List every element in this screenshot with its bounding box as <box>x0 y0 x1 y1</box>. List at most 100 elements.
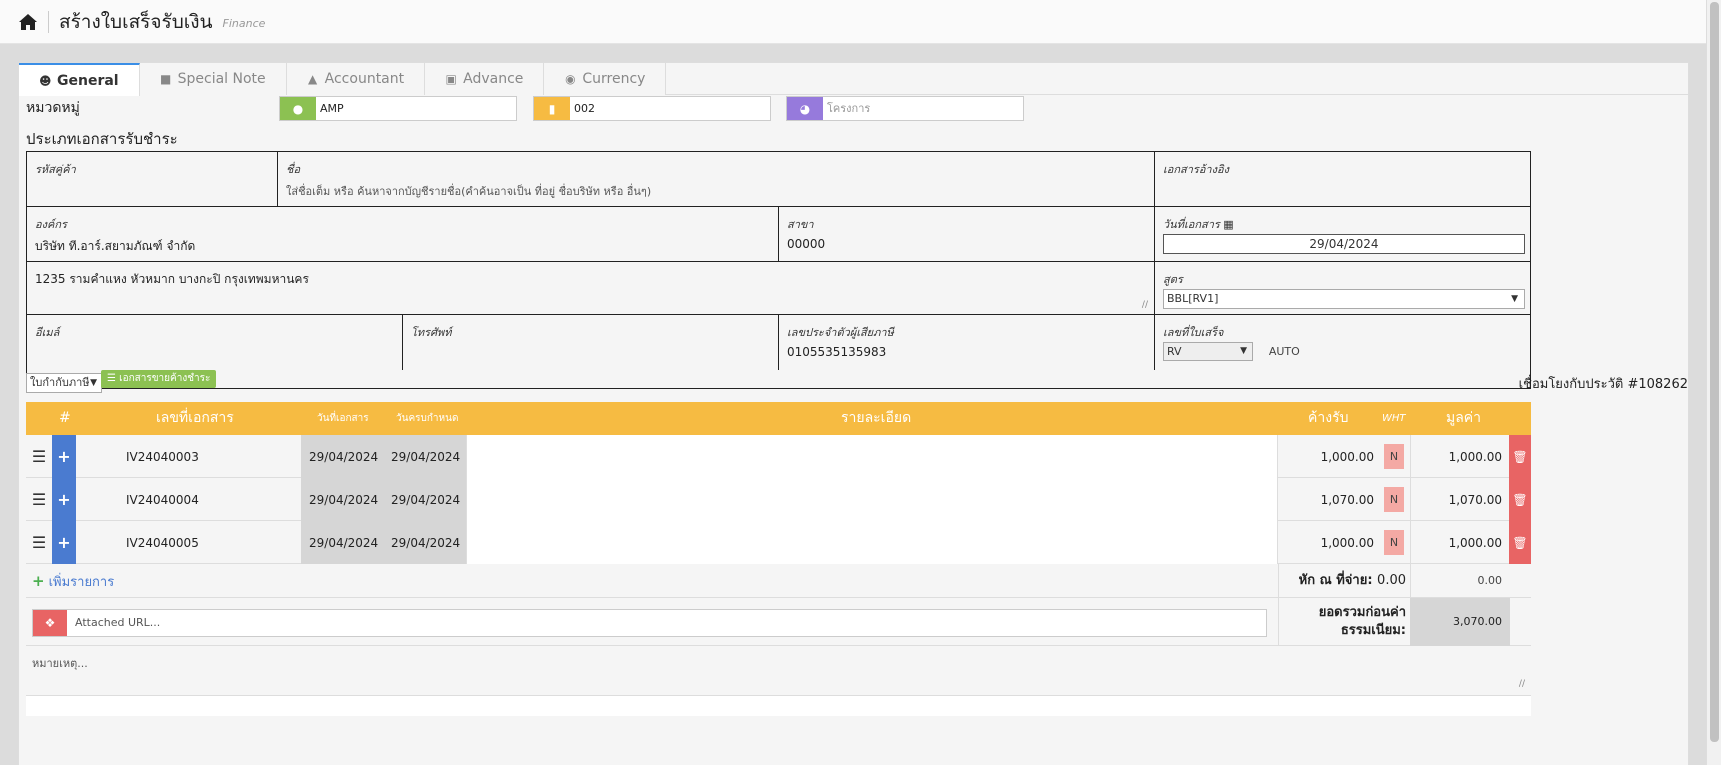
email-cell[interactable]: อีเมล์ <box>27 315 403 370</box>
document-icon: ▮ <box>534 97 570 120</box>
row-wht-toggle[interactable]: N <box>1384 444 1404 469</box>
email-label: อีเมล์ <box>35 326 60 339</box>
resize-grip-icon[interactable]: ∕∕ <box>1142 300 1148 310</box>
doc-value[interactable]: 002 <box>570 97 770 120</box>
row-value[interactable]: 1,000.00 <box>1410 435 1510 478</box>
customer-info-table: รหัสคู่ค้า ชื่อ ใส่ชื่อเต็ม หรือ ค้นหาจา… <box>26 151 1531 389</box>
outstanding-docs-button[interactable]: ☰ เอกสารขายค้างชำระ <box>101 370 217 388</box>
branch-cell[interactable]: สาขา 00000 <box>779 207 1155 262</box>
wht-total: หัก ณ ที่จ่าย: 0.00 <box>1278 564 1410 598</box>
col-num: # <box>59 410 71 426</box>
expand-button[interactable]: + <box>52 521 76 564</box>
receipt-no-label: เลขที่ใบเสร็จ <box>1163 326 1224 339</box>
trash-icon[interactable]: 🗑 <box>1509 435 1531 478</box>
address-cell[interactable]: 1235 รามคำแหง หัวหมาก บางกะปิ กรุงเทพมหา… <box>27 262 1155 315</box>
row-doc-date: 29/04/2024 <box>309 492 379 507</box>
row-wht-toggle[interactable]: N <box>1384 530 1404 555</box>
tab-label: Accountant <box>324 71 405 87</box>
remark-textarea[interactable]: หมายเหตุ... ∕∕ <box>26 646 1531 696</box>
address-textarea[interactable]: 1235 รามคำแหง หัวหมาก บางกะปิ กรุงเทพมหา… <box>35 270 1146 289</box>
tab-label: Advance <box>463 71 524 87</box>
row-dates: 29/04/2024 29/04/2024 <box>301 521 466 564</box>
top-bar: สร้างใบเสร็จรับเงิน Finance <box>0 0 1706 44</box>
tax-id-cell[interactable]: เลขประจำตัวผู้เสียภาษี 0105535135983 <box>779 315 1155 370</box>
wht-total-label: หัก ณ ที่จ่าย: <box>1298 573 1373 588</box>
row-doc-date: 29/04/2024 <box>309 535 379 550</box>
row-dates: 29/04/2024 29/04/2024 <box>301 478 466 521</box>
remark-placeholder: หมายเหตุ... <box>32 657 88 670</box>
trash-icon[interactable]: 🗑 <box>1509 521 1531 564</box>
expand-button[interactable]: + <box>52 478 76 521</box>
grid-header: # เลขที่เอกสาร วันที่เอกสาร วันครบกำหนด … <box>26 402 1531 435</box>
doc-field[interactable]: ▮ 002 <box>533 96 771 121</box>
table-row: ☰ + IV24040003 29/04/2024 29/04/2024 1,00… <box>26 435 1531 478</box>
dropbox-icon[interactable]: ❖ <box>33 610 67 636</box>
row-value[interactable]: 1,000.00 <box>1410 521 1510 564</box>
tab-general[interactable]: ☻ General <box>19 63 140 96</box>
phone-cell[interactable]: โทรศัพท์ <box>403 315 779 370</box>
receipt-prefix-select[interactable]: RV ▼ <box>1163 342 1253 361</box>
drag-handle-icon[interactable]: ☰ <box>26 521 52 564</box>
organization-value[interactable]: บริษัท ที.อาร์.สยามภัณฑ์ จำกัด <box>35 237 770 256</box>
category-label: หมวดหมู่ <box>26 100 80 116</box>
project-field[interactable]: ◕ โครงการ <box>786 96 1024 121</box>
formula-label: สูตร <box>1163 273 1183 286</box>
tax-id-value[interactable]: 0105535135983 <box>787 345 1146 359</box>
tab-currency[interactable]: ◉ Currency <box>544 63 667 95</box>
resize-grip-icon[interactable]: ∕∕ <box>1519 679 1525 689</box>
tab-accountant[interactable]: ▲ Accountant <box>286 63 426 95</box>
row-detail-input[interactable] <box>466 435 1278 478</box>
tab-label: Currency <box>582 71 646 87</box>
contact-value[interactable]: AMP <box>316 97 516 120</box>
row-dates: 29/04/2024 29/04/2024 <box>301 435 466 478</box>
subtotal-label: ยอดรวมก่อนค่า ธรรมเนียม: <box>1278 598 1410 646</box>
tab-advance[interactable]: ▣ Advance <box>425 63 545 95</box>
project-placeholder[interactable]: โครงการ <box>823 97 1023 120</box>
customer-name-cell[interactable]: ชื่อ ใส่ชื่อเต็ม หรือ ค้นหาจากบัญชีรายชื… <box>278 152 1155 207</box>
attached-url-input[interactable]: Attached URL... <box>67 610 160 636</box>
calendar-icon: ▦ <box>1223 218 1234 231</box>
subtotal-label-line1: ยอดรวมก่อนค่า <box>1318 605 1406 620</box>
tab-special-note[interactable]: ■ Special Note <box>139 63 287 95</box>
branch-value[interactable]: 00000 <box>787 237 1146 251</box>
tab-label: General <box>57 72 119 89</box>
row-doc-no: IV24040003 <box>126 449 199 464</box>
doc-type-label: ประเภทเอกสารรับชำระ <box>26 130 178 148</box>
branch-label: สาขา <box>787 218 814 231</box>
phone-label: โทรศัพท์ <box>411 326 452 339</box>
drag-handle-icon[interactable]: ☰ <box>26 478 52 521</box>
row-doc-no: IV24040004 <box>126 492 199 507</box>
row-detail-input[interactable] <box>466 521 1278 564</box>
reference-cell[interactable]: เอกสารอ้างอิง <box>1155 152 1531 207</box>
trash-icon[interactable]: 🗑 <box>1509 478 1531 521</box>
customer-name-input[interactable]: ใส่ชื่อเต็ม หรือ ค้นหาจากบัญชีรายชื่อ(คำ… <box>286 182 1146 200</box>
drag-handle-icon[interactable]: ☰ <box>26 435 52 478</box>
user-icon: ☻ <box>39 73 52 88</box>
row-wht-toggle[interactable]: N <box>1384 487 1404 512</box>
doc-type-select[interactable]: ใบกำกับภาษี ▼ <box>26 373 102 393</box>
customer-code-cell[interactable]: รหัสคู่ค้า <box>27 152 278 207</box>
main-panel: ☻ General ■ Special Note ▲ Accountant ▣ … <box>18 62 1689 765</box>
receipt-auto-label: AUTO <box>1268 345 1300 358</box>
tab-label: Special Note <box>177 71 266 87</box>
doc-date-input[interactable]: 29/04/2024 <box>1163 234 1525 254</box>
row-doc-date: 29/04/2024 <box>309 449 379 464</box>
organization-cell[interactable]: องค์กร บริษัท ที.อาร์.สยามภัณฑ์ จำกัด <box>27 207 779 262</box>
history-link[interactable]: เชื่อมโยงกับประวัติ #108262 <box>1519 373 1688 394</box>
scrollbar[interactable] <box>1706 0 1721 765</box>
contact-field[interactable]: ● AMP <box>279 96 517 121</box>
plus-icon: + <box>32 572 45 590</box>
row-detail-input[interactable] <box>466 478 1278 521</box>
expand-button[interactable]: + <box>52 435 76 478</box>
formula-select[interactable]: BBL[RV1] ▼ <box>1163 289 1525 309</box>
add-item-link[interactable]: + เพิ่มรายการ <box>32 564 114 600</box>
row-value[interactable]: 1,070.00 <box>1410 478 1510 521</box>
page-title: สร้างใบเสร็จรับเงิน <box>59 10 213 33</box>
items-grid: # เลขที่เอกสาร วันที่เอกสาร วันครบกำหนด … <box>26 402 1531 716</box>
scrollbar-thumb[interactable] <box>1710 2 1719 742</box>
home-icon[interactable] <box>18 13 38 31</box>
add-item-row: + เพิ่มรายการ หัก ณ ที่จ่าย: 0.00 0.00 <box>26 564 1531 598</box>
row-due-date: 29/04/2024 <box>391 535 461 550</box>
attached-url-field[interactable]: ❖ Attached URL... <box>32 609 1267 637</box>
doc-date-cell: วันที่เอกสาร ▦ 29/04/2024 <box>1155 207 1531 262</box>
